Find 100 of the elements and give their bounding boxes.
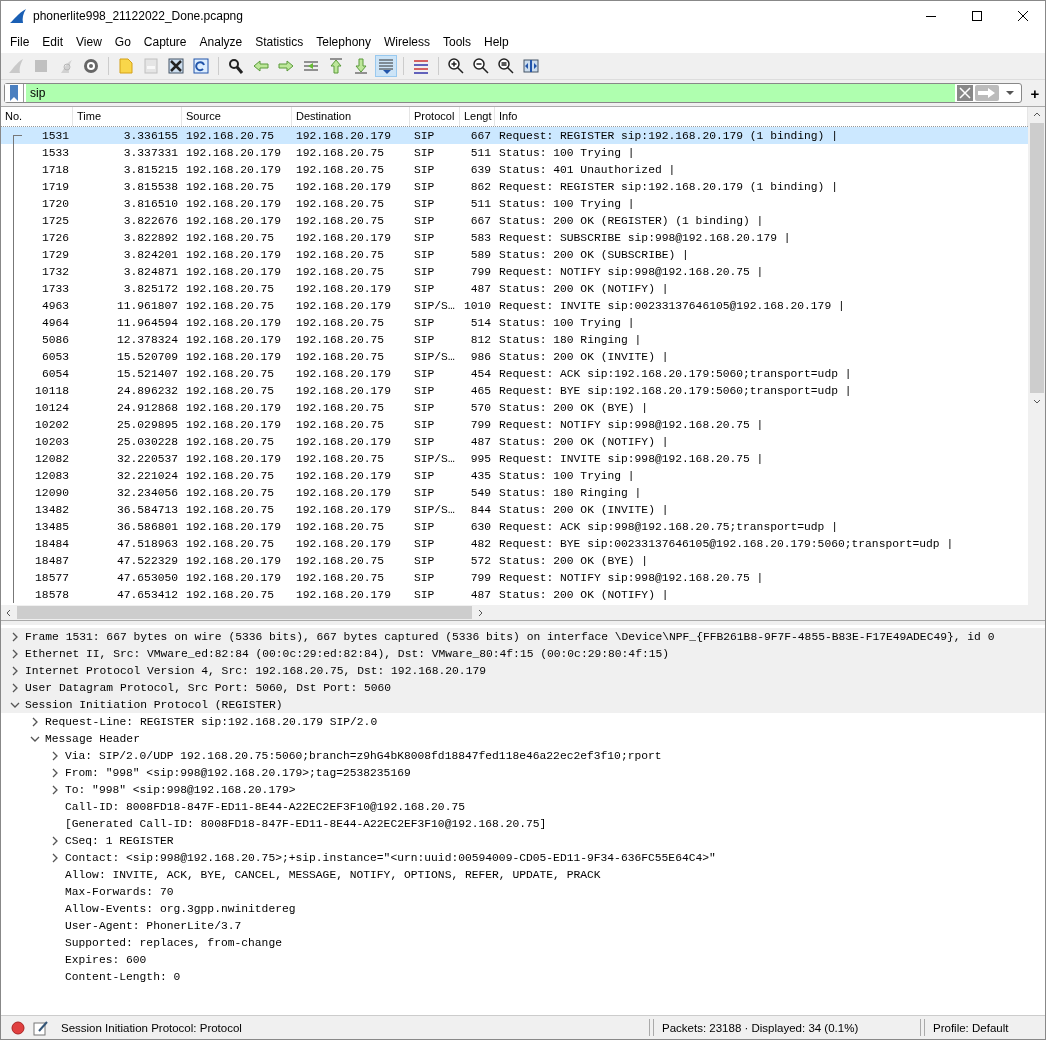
menu-item[interactable]: Capture — [136, 35, 193, 49]
column-header[interactable]: Time — [73, 107, 182, 126]
detail-line[interactable]: To: "998" <sip:998@192.168.20.179> — [65, 783, 296, 796]
table-cell-text: 3.825172 — [122, 282, 179, 295]
table-cell-text: 192.168.20.75 — [295, 214, 386, 227]
column-header[interactable]: No. — [1, 107, 73, 126]
vertical-scrollbar[interactable] — [1028, 107, 1045, 620]
packet-row[interactable]: 18578 47.653412 192.168.20.75 192.168.20.179 SIP 487 Status: 200 OK (NOTIFY) | — [1, 586, 1028, 603]
packet-row[interactable]: 6053 15.520709 192.168.20.179 192.168.20.75 SIP/S… 986 Status: 200 OK (INVITE) | — [1, 348, 1028, 365]
detail-line[interactable]: Request-Line: REGISTER sip:192.168.20.179 SIP/2.0 — [45, 715, 378, 728]
table-cell-text: 192.168.20.179 — [185, 163, 282, 176]
column-header[interactable]: Destination — [292, 107, 410, 126]
column-header[interactable]: Protocol — [410, 107, 460, 126]
close-icon[interactable] — [1017, 10, 1029, 22]
packet-row[interactable]: 4963 11.961807 192.168.20.75 192.168.20.179 SIP/S… 1010 Request: INVITE sip:00233137646105@192.168.20.179 | — [1, 297, 1028, 314]
packet-row[interactable]: 12090 32.234056 192.168.20.75 192.168.20.179 SIP 549 Status: 180 Ringing | — [1, 484, 1028, 501]
menu-item[interactable]: Help — [477, 35, 515, 49]
menu-item[interactable]: File — [3, 35, 36, 49]
menu-item[interactable]: Go — [107, 35, 137, 49]
horizontal-scrollbar[interactable] — [1, 605, 1028, 620]
close-icon[interactable] — [165, 55, 187, 77]
table-cell-text: Request: BYE sip:00233137646105@192.168.20.179:5060;transport=udp | — [498, 537, 955, 550]
packet-row[interactable]: 1726 3.822892 192.168.20.75 192.168.20.179 SIP 583 Request: SUBSCRIBE sip:998@192.168.20.179 | — [1, 229, 1028, 246]
autoscroll-icon[interactable] — [375, 55, 397, 77]
maximize-icon[interactable] — [971, 10, 983, 22]
comment-edit-icon[interactable] — [33, 1019, 49, 1036]
detail-line[interactable]: Max-Forwards: 70 — [65, 885, 174, 898]
detail-line[interactable]: Call-ID: 8008FD18-847F-ED11-8E44-A22EC2EF3F10@192.168.20.75 — [65, 800, 465, 813]
detail-line[interactable]: Session Initiation Protocol (REGISTER) — [25, 698, 283, 711]
chevron-right-icon[interactable] — [10, 648, 20, 659]
detail-line[interactable]: User-Agent: PhonerLite/3.7 — [65, 919, 242, 932]
menu-item[interactable]: Tools — [436, 35, 477, 49]
chevron-right-icon[interactable] — [50, 784, 60, 795]
packet-row[interactable]: 13482 36.584713 192.168.20.75 192.168.20.179 SIP/S… 844 Status: 200 OK (INVITE) | — [1, 501, 1028, 518]
chevron-right-icon[interactable] — [10, 631, 20, 642]
detail-line[interactable]: Allow: INVITE, ACK, BYE, CANCEL, MESSAGE, NOTIFY, OPTIONS, REFER, UPDATE, PRACK — [65, 868, 601, 881]
packet-row[interactable]: 10124 24.912868 192.168.20.179 192.168.20.75 SIP 570 Status: 200 OK (BYE) | — [1, 399, 1028, 416]
reload-icon[interactable] — [190, 55, 212, 77]
packet-row[interactable]: 6054 15.521407 192.168.20.75 192.168.20.179 SIP 454 Request: ACK sip:192.168.20.179:5060;transport=udp | — [1, 365, 1028, 382]
chevron-right-icon[interactable] — [10, 682, 20, 693]
packet-row[interactable]: 1725 3.822676 192.168.20.179 192.168.20.75 SIP 667 Status: 200 OK (REGISTER) (1 binding) | — [1, 212, 1028, 229]
chevron-right-icon[interactable] — [50, 835, 60, 846]
bookmark-icon[interactable] — [5, 84, 24, 102]
expert-info-icon[interactable] — [11, 1020, 25, 1035]
detail-line[interactable]: Expires: 600 — [65, 953, 147, 966]
table-cell-text: 36.584713 — [116, 503, 179, 516]
packet-row[interactable]: 10118 24.896232 192.168.20.75 192.168.20.179 SIP 465 Request: BYE sip:192.168.20.179:5060;transport=udp | — [1, 382, 1028, 399]
detail-line[interactable]: Content-Length: 0 — [65, 970, 181, 983]
table-cell-text: SIP — [413, 469, 436, 482]
packet-row[interactable]: 12082 32.220537 192.168.20.179 192.168.20.75 SIP/S… 995 Request: INVITE sip:998@192.168.20.75 | — [1, 450, 1028, 467]
profile-label[interactable]: Profile: Default — [933, 1021, 1009, 1034]
table-cell-text: 570 — [469, 401, 492, 414]
table-cell-text: SIP — [413, 520, 436, 533]
packet-row[interactable]: 1720 3.816510 192.168.20.179 192.168.20.75 SIP 511 Status: 100 Trying | — [1, 195, 1028, 212]
detail-line[interactable]: CSeq: 1 REGISTER — [65, 834, 174, 847]
chevron-right-icon[interactable] — [50, 852, 60, 863]
column-header[interactable]: Source — [182, 107, 292, 126]
detail-line[interactable]: Via: SIP/2.0/UDP 192.168.20.75:5060;branch=z9hG4bK8008fd18847fed118e46a22ec2ef3f10;rport — [65, 749, 662, 762]
packet-row[interactable]: 13485 36.586801 192.168.20.179 192.168.20.75 SIP 630 Request: ACK sip:998@192.168.20.75;transport=udp | — [1, 518, 1028, 535]
packet-row[interactable]: 10202 25.029895 192.168.20.179 192.168.20.75 SIP 799 Request: NOTIFY sip:998@192.168.20.75 | — [1, 416, 1028, 433]
table-cell-text: 192.168.20.75 — [185, 435, 276, 448]
add-filter-button[interactable]: + — [1028, 84, 1042, 102]
packet-row[interactable]: 18484 47.518963 192.168.20.75 192.168.20.179 SIP 482 Request: BYE sip:00233137646105@192.168.20.179:5060;transport=udp | — [1, 535, 1028, 552]
chevron-right-icon[interactable] — [50, 750, 60, 761]
table-cell-text: 192.168.20.179 — [185, 401, 282, 414]
display-filter-field[interactable]: sip — [26, 84, 955, 102]
detail-line[interactable]: Supported: replaces, from-change — [65, 936, 282, 949]
menu-item[interactable]: View — [69, 35, 108, 49]
packet-row[interactable]: 1718 3.815215 192.168.20.179 192.168.20.75 SIP 639 Status: 401 Unauthorized | — [1, 161, 1028, 178]
packet-row[interactable]: 1729 3.824201 192.168.20.179 192.168.20.75 SIP 589 Status: 200 OK (SUBSCRIBE) | — [1, 246, 1028, 263]
packet-row[interactable]: 1719 3.815538 192.168.20.75 192.168.20.179 SIP 862 Request: REGISTER sip:192.168.20.179 (1 binding) | — [1, 178, 1028, 195]
packet-row[interactable]: 12083 32.221024 192.168.20.75 192.168.20.179 SIP 435 Status: 100 Trying | — [1, 467, 1028, 484]
chevron-right-icon[interactable] — [50, 767, 60, 778]
detail-line[interactable]: Allow-Events: org.3gpp.nwinitdereg — [65, 902, 296, 915]
packet-row[interactable]: 4964 11.964594 192.168.20.179 192.168.20.75 SIP 514 Status: 100 Trying | — [1, 314, 1028, 331]
menu-item[interactable]: Telephony — [309, 35, 377, 49]
table-cell-text: Status: 200 OK (BYE) | — [498, 401, 650, 414]
packet-row[interactable]: 5086 12.378324 192.168.20.179 192.168.20.75 SIP 812 Status: 180 Ringing | — [1, 331, 1028, 348]
packet-row[interactable]: 10203 25.030228 192.168.20.75 192.168.20.179 SIP 487 Status: 200 OK (NOTIFY) | — [1, 433, 1028, 450]
packet-row[interactable]: 1531 3.336155 192.168.20.75 192.168.20.179 SIP 667 Request: REGISTER sip:192.168.20.179 (1 binding) | — [1, 127, 1028, 144]
packet-row[interactable]: 1732 3.824871 192.168.20.179 192.168.20.75 SIP 799 Request: NOTIFY sip:998@192.168.20.75 | — [1, 263, 1028, 280]
packet-row[interactable]: 18487 47.522329 192.168.20.179 192.168.20.75 SIP 572 Status: 200 OK (BYE) | — [1, 552, 1028, 569]
packet-row[interactable]: 1533 3.337331 192.168.20.179 192.168.20.75 SIP 511 Status: 100 Trying | — [1, 144, 1028, 161]
column-header[interactable]: Lengt — [460, 107, 495, 126]
clear-icon[interactable] — [957, 85, 973, 101]
detail-line[interactable]: Contact: <sip:998@192.168.20.75>;+sip.instance="<urn:uuid:00594009-CD05-ED11-9F34-636FC55E64C4>" — [65, 851, 716, 864]
menu-item[interactable]: Wireless — [377, 35, 436, 49]
detail-line[interactable]: From: "998" <sip:998@192.168.20.179>;tag=2538235169 — [65, 766, 411, 779]
menu-item[interactable]: Analyze — [192, 35, 249, 49]
detail-line[interactable]: Message Header — [45, 732, 140, 745]
table-cell-text: SIP — [413, 384, 436, 397]
table-cell-text: SIP — [413, 367, 436, 380]
packet-row[interactable]: 1733 3.825172 192.168.20.75 192.168.20.179 SIP 487 Status: 200 OK (NOTIFY) | — [1, 280, 1028, 297]
chevron-right-icon[interactable] — [10, 665, 20, 676]
menu-item[interactable]: Statistics — [248, 35, 310, 49]
detail-line[interactable]: [Generated Call-ID: 8008FD18-847F-ED11-8E44-A22EC2EF3F10@192.168.20.75] — [65, 817, 547, 830]
menu-item[interactable]: Edit — [35, 35, 70, 49]
table-cell-text: 12.378324 — [116, 333, 179, 346]
chevron-right-icon[interactable] — [30, 716, 40, 727]
packet-row[interactable]: 18577 47.653050 192.168.20.179 192.168.20.75 SIP 799 Request: NOTIFY sip:998@192.168.20.75 | — [1, 569, 1028, 586]
